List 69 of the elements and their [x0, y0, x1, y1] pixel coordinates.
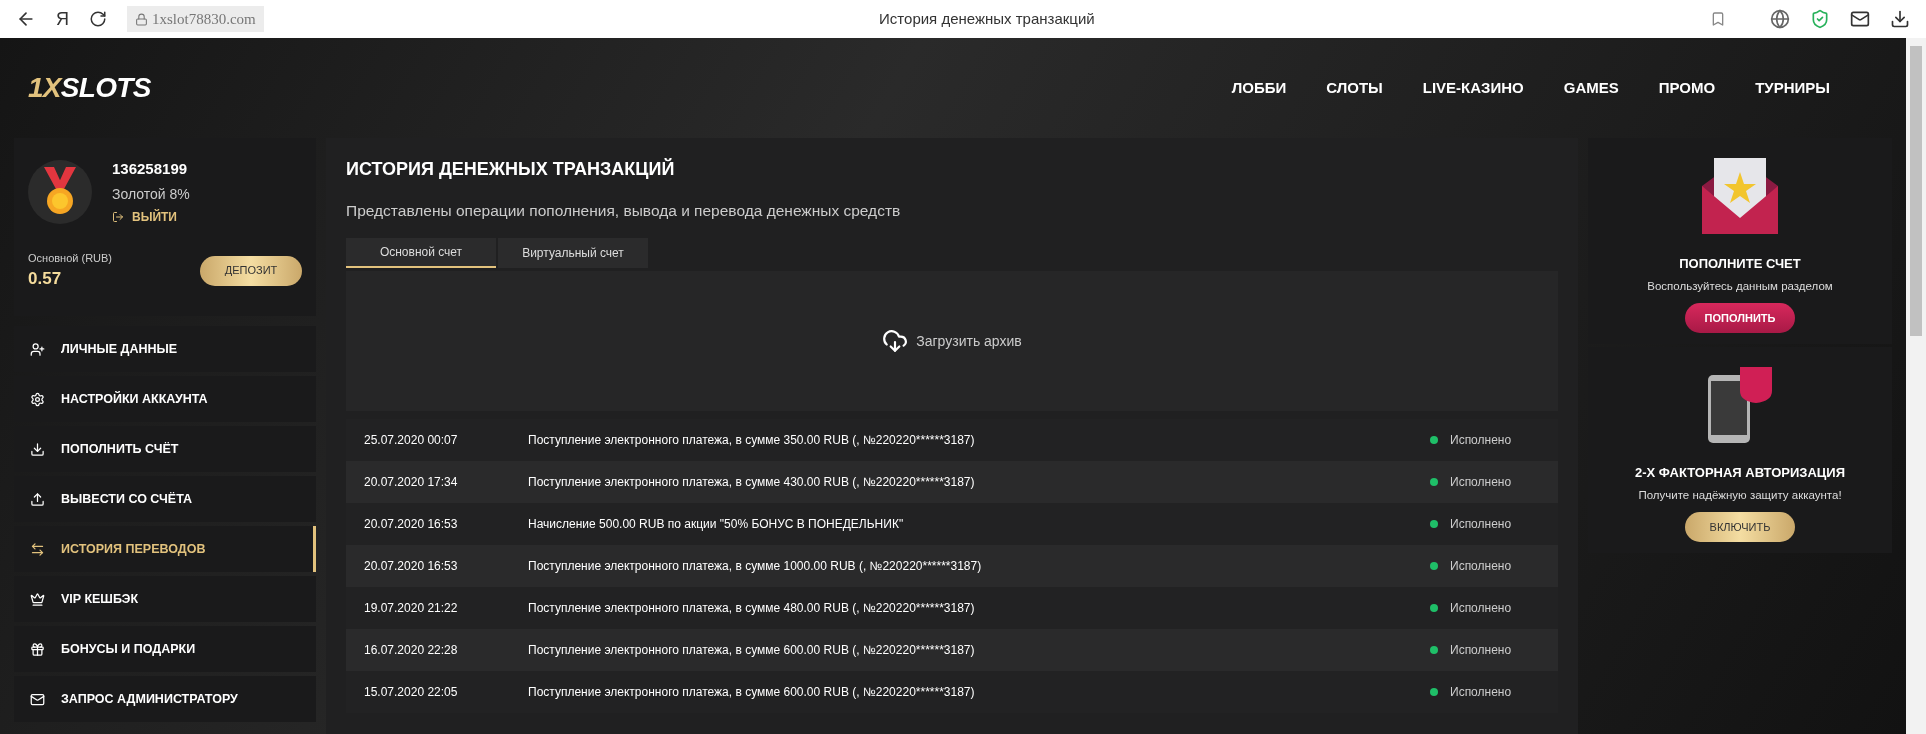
balance-amount: 0.57	[28, 268, 63, 290]
transaction-description: Поступление электронного платежа, в сумме 350.00 RUB (, №220220******3187)	[528, 432, 976, 450]
menu-item[interactable]: БОНУСЫ И ПОДАРКИ	[14, 626, 316, 672]
menu-icon	[30, 391, 45, 407]
deposit-button[interactable]: ДЕПОЗИТ	[200, 255, 302, 286]
menu-icon	[30, 691, 45, 707]
user-level: Золотой 8%	[112, 184, 190, 204]
menu-icon	[30, 541, 45, 557]
transaction-description: Поступление электронного платежа, в сумме 430.00 RUB (, №220220******3187)	[528, 474, 976, 492]
download-icon[interactable]	[1890, 9, 1910, 29]
envelope-star-icon	[1702, 158, 1778, 234]
promo-title: 2-Х ФАКТОРНАЯ АВТОРИЗАЦИЯ	[1634, 464, 1846, 482]
menu-icon	[30, 341, 45, 357]
menu-icon	[30, 441, 45, 457]
nav-link[interactable]: ТУРНИРЫ	[1755, 76, 1830, 100]
user-id: 136258199	[112, 159, 189, 179]
cloud-download-icon	[882, 328, 909, 355]
page-subtitle: Представлены операции пополнения, вывода и перевода денежных средств	[346, 201, 902, 221]
logout-link[interactable]: ВЫЙТИ	[112, 207, 190, 226]
address-field[interactable]: 1xslot78830.com	[127, 5, 264, 33]
promo-text: Получите надёжную защиту аккаунта!	[1638, 487, 1842, 503]
lock-icon	[135, 12, 148, 26]
balance-label: Основной (RUB)	[28, 250, 113, 266]
promo-title: ПОПОЛНИТЕ СЧЕТ	[1679, 255, 1801, 273]
transaction-date: 19.07.2020 21:22	[364, 600, 459, 618]
transaction-status: Исполнено	[1450, 432, 1513, 450]
scrollbar[interactable]	[1906, 38, 1926, 734]
nav-link[interactable]: LIVE-КАЗИНО	[1422, 76, 1524, 100]
nav-link[interactable]: СЛОТЫ	[1326, 76, 1383, 100]
archive-download-button[interactable]: Загрузить архив	[882, 328, 1022, 355]
promo-button[interactable]: ПОПОЛНИТЬ	[1685, 302, 1795, 333]
globe-icon[interactable]	[1770, 9, 1790, 29]
transaction-status: Исполнено	[1450, 642, 1513, 660]
transaction-date: 16.07.2020 22:28	[364, 642, 459, 660]
transaction-date: 15.07.2020 22:05	[364, 684, 459, 702]
transaction-description: Поступление электронного платежа, в сумме 1000.00 RUB (, №220220******3187)	[528, 558, 983, 576]
menu-icon	[30, 591, 45, 607]
transaction-status: Исполнено	[1450, 684, 1513, 702]
nav-link[interactable]: ПРОМО	[1658, 76, 1716, 100]
account-tab[interactable]: Виртуальный счет	[498, 238, 648, 269]
page-title: ИСТОРИЯ ДЕНЕЖНЫХ ТРАНЗАКЦИЙ	[346, 157, 676, 181]
promo-button[interactable]: ВКЛЮЧИТЬ	[1685, 511, 1795, 542]
nav-link[interactable]: GAMES	[1563, 76, 1619, 100]
account-tab[interactable]: Основной счет	[346, 238, 496, 269]
transaction-date: 20.07.2020 16:53	[364, 558, 459, 576]
tab-title: История денежных транзакций	[878, 8, 1096, 29]
shield-icon[interactable]	[1810, 9, 1830, 29]
transaction-status: Исполнено	[1450, 558, 1513, 576]
logout-icon	[112, 210, 124, 223]
bookmark-icon[interactable]	[1710, 11, 1726, 27]
transaction-status: Исполнено	[1450, 474, 1513, 492]
promo-text: Воспользуйтесь данным разделом	[1647, 278, 1833, 294]
transaction-description: Поступление электронного платежа, в сумме 480.00 RUB (, №220220******3187)	[528, 600, 976, 618]
transaction-description: Начисление 500.00 RUB по акции "50% БОНУС В ПОНЕДЕЛЬНИК"	[528, 516, 905, 534]
phone-shield-icon	[1708, 367, 1772, 443]
transaction-date: 25.07.2020 00:07	[364, 432, 459, 450]
menu-icon	[30, 491, 45, 507]
nav-link[interactable]: ЛОББИ	[1231, 76, 1287, 100]
transaction-description: Поступление электронного платежа, в сумме 600.00 RUB (, №220220******3187)	[528, 642, 976, 660]
transaction-status: Исполнено	[1450, 600, 1513, 618]
transaction-description: Поступление электронного платежа, в сумме 600.00 RUB (, №220220******3187)	[528, 684, 976, 702]
transaction-status: Исполнено	[1450, 516, 1513, 534]
browser-logo[interactable]: Я	[56, 5, 69, 33]
logo[interactable]: 1XSLOTS	[28, 67, 151, 109]
transaction-date: 20.07.2020 17:34	[364, 474, 459, 492]
menu-icon	[30, 641, 45, 657]
transaction-date: 20.07.2020 16:53	[364, 516, 459, 534]
menu-item[interactable]: ЗАПРОС АДМИНИСТРАТОРУ	[14, 676, 316, 722]
reload-icon[interactable]	[89, 10, 107, 28]
